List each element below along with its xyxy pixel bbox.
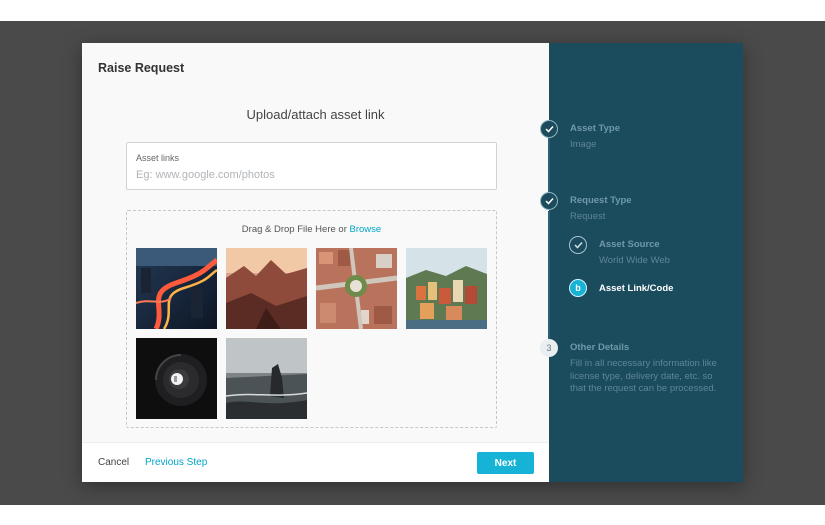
substep-subtitle-asset-source: World Wide Web [599,255,670,266]
check-icon [569,236,587,254]
aerial-city-roundabout-photo[interactable] [316,248,397,329]
dropzone-instructions: Drag & Drop File Here or Browse [127,224,496,235]
substep-title-asset-source: Asset Source [599,239,660,250]
active-step-marker: b [569,279,587,297]
next-button[interactable]: Next [477,452,534,474]
pending-step-marker: 3 [540,339,558,357]
previous-step-button[interactable]: Previous Step [145,457,207,468]
modal-footer: Cancel Previous Step Next [82,442,549,482]
raise-request-modal: Raise Request Upload/attach asset link A… [82,43,743,482]
asset-links-label: Asset links [136,153,180,163]
check-icon [540,192,558,210]
canyon-sunset-photo[interactable] [226,248,307,329]
stepper-connector [548,129,550,201]
stepper-connector [548,211,550,339]
city-night-traffic-photo[interactable] [136,248,217,329]
coastal-village-photo[interactable] [406,248,487,329]
progress-stepper: Asset Type Image Request Type Request As… [540,43,743,482]
section-heading: Upload/attach asset link [246,107,385,122]
substep-title-asset-link: Asset Link/Code [599,283,674,294]
cancel-button[interactable]: Cancel [98,457,129,468]
dropzone-text: Drag & Drop File Here or [241,224,347,235]
browse-link[interactable]: Browse [350,224,382,235]
check-icon [540,120,558,138]
step-subtitle-request-type: Request [570,211,606,222]
file-dropzone[interactable]: Drag & Drop File Here or Browse [126,210,497,428]
asset-links-field[interactable]: Asset links [126,142,497,190]
form-panel: Raise Request Upload/attach asset link A… [82,43,549,482]
spiral-lamp-photo[interactable] [136,338,217,419]
step-subtitle-asset-type: Image [570,139,597,150]
sea-stack-coast-photo[interactable] [226,338,307,419]
modal-title: Raise Request [98,61,185,75]
asset-links-input[interactable] [136,168,486,182]
step-subtitle-other-details: Fill in all necessary information like l… [570,358,717,394]
step-title-other-details: Other Details [570,342,630,353]
step-title-asset-type: Asset Type [570,123,620,134]
step-title-request-type: Request Type [570,195,632,206]
